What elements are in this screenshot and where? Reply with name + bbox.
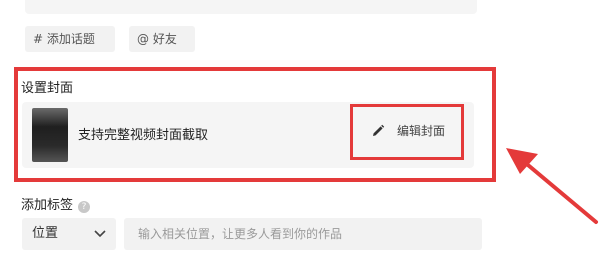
chevron-down-icon: [94, 230, 106, 238]
help-icon[interactable]: ?: [78, 201, 91, 213]
annotation-arrow-icon: [506, 148, 598, 224]
add-label-row: 添加标签?: [21, 194, 91, 213]
location-select[interactable]: 位置: [22, 218, 116, 250]
highlight-box-edit: [350, 104, 464, 160]
mention-friend-button[interactable]: @ 好友: [129, 26, 195, 52]
add-topic-button[interactable]: # 添加话题: [25, 26, 115, 52]
location-input[interactable]: [124, 218, 482, 250]
add-label-title: 添加标签: [21, 198, 74, 213]
location-select-value: 位置: [32, 226, 59, 241]
top-input-edge: [25, 0, 477, 14]
